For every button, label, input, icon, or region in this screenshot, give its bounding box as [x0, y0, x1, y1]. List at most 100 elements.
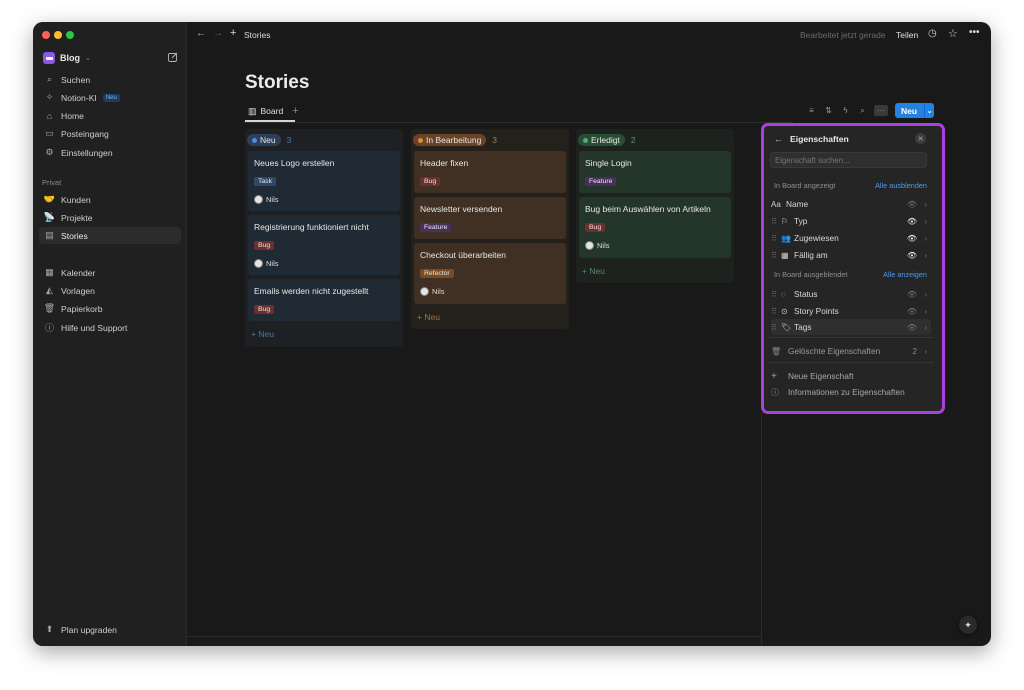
sparkle-icon: ✦ — [964, 619, 972, 630]
board-card[interactable]: Neues Logo erstellen Task Nils — [248, 151, 400, 211]
column-header-in-bearbeitung[interactable]: In Bearbeitung 3 — [413, 134, 497, 146]
deleted-properties-row[interactable]: 🗑 Gelöschte Eigenschaften 2 › — [771, 343, 931, 359]
property-row-typ[interactable]: ⠿ ⚐ Typ 👁 › — [771, 213, 931, 229]
sidebar-item-help[interactable]: ⓘ Hilfe und Support — [39, 319, 181, 336]
board-card[interactable]: Checkout überarbeiten Refector Nils — [414, 243, 566, 304]
property-row-faellig-am[interactable]: ⠿ ▦ Fällig am 👁 › — [771, 247, 931, 263]
people-icon: 👥 — [781, 233, 791, 243]
hide-all-link[interactable]: Alle ausblenden — [875, 181, 927, 190]
drag-handle-icon[interactable]: ⠿ — [771, 251, 781, 260]
property-row-tags[interactable]: ⠿ 🏷 Tags 👁 › — [771, 319, 931, 335]
new-page-icon[interactable] — [168, 52, 178, 62]
card-person: Nils — [585, 241, 610, 250]
upgrade-icon: ⬆ — [45, 624, 54, 634]
ai-assistant-button[interactable]: ✦ — [959, 616, 977, 634]
close-icon[interactable]: ✕ — [915, 133, 926, 144]
drag-handle-icon[interactable]: ⠿ — [771, 323, 781, 332]
filter-icon[interactable]: ≡ — [806, 105, 817, 116]
avatar — [585, 241, 594, 250]
eye-icon[interactable]: 👁 — [907, 251, 917, 260]
card-person: Nils — [420, 287, 445, 296]
chevron-down-icon: ⌄ — [85, 55, 91, 62]
upgrade-plan-button[interactable]: ⬆ Plan upgraden — [39, 621, 181, 638]
more-options-icon[interactable]: ··· — [874, 105, 888, 116]
column-header-neu[interactable]: Neu 3 — [247, 134, 291, 146]
sidebar-item-trash[interactable]: 🗑 Papierkorb — [39, 300, 181, 317]
card-title: Newsletter versenden — [420, 204, 503, 214]
breadcrumb[interactable]: Stories — [244, 30, 270, 40]
add-card-button[interactable]: + Neu — [251, 329, 274, 339]
board-card[interactable]: Single Login Feature — [579, 151, 731, 193]
add-view-icon[interactable]: + — [292, 105, 298, 117]
eye-icon[interactable]: 👁 — [907, 200, 917, 209]
board-card[interactable]: Header fixen Bug — [414, 151, 566, 193]
back-arrow-icon[interactable]: ← — [196, 28, 206, 39]
history-icon[interactable]: ◷ — [928, 28, 937, 39]
drag-handle-icon[interactable]: ⠿ — [771, 234, 781, 243]
sidebar-item-notion-ai[interactable]: ✧ Notion-KI Neu — [39, 89, 181, 106]
drag-handle-icon[interactable]: ⠿ — [771, 217, 781, 226]
board-card[interactable]: Registrierung funktioniert nicht Bug Nil… — [248, 215, 400, 275]
gear-icon: ⚙ — [45, 147, 54, 157]
sort-icon[interactable]: ⇅ — [823, 105, 834, 116]
new-property-button[interactable]: + Neue Eigenschaft — [771, 368, 931, 384]
drag-handle-icon[interactable]: ⠿ — [771, 307, 781, 316]
app-window: Blog ⌄ ⌕ Suchen ✧ Notion-KI Neu ⌂ Home ▭… — [33, 22, 991, 646]
sidebar-item-kunden[interactable]: 🤝 Kunden — [39, 191, 181, 208]
automation-icon[interactable]: ϟ — [840, 105, 851, 116]
avatar — [254, 259, 263, 268]
board-card[interactable]: Bug beim Auswählen von Artikeln Bug Nils — [579, 197, 731, 258]
sidebar-item-stories[interactable]: ▤ Stories — [39, 227, 181, 244]
property-info-link[interactable]: ⓘ Informationen zu Eigenschaften — [771, 384, 931, 400]
properties-panel: ← Eigenschaften ✕ In Board angezeigt All… — [761, 123, 945, 414]
eye-icon[interactable]: 👁 — [907, 323, 917, 332]
divider — [769, 337, 934, 338]
add-icon[interactable]: + — [230, 27, 236, 39]
workspace-switcher[interactable]: Blog ⌄ — [43, 52, 91, 64]
sidebar-item-projekte[interactable]: 📡 Projekte — [39, 209, 181, 226]
tab-board[interactable]: ▥ Board + — [248, 105, 299, 117]
property-row-zugewiesen[interactable]: ⠿ 👥 Zugewiesen 👁 › — [771, 230, 931, 246]
share-button[interactable]: Teilen — [896, 30, 918, 40]
sidebar-item-search[interactable]: ⌕ Suchen — [39, 71, 181, 88]
sidebar-item-calendar[interactable]: ▦ Kalender — [39, 264, 181, 281]
more-icon[interactable]: ••• — [969, 27, 980, 38]
add-card-button[interactable]: + Neu — [417, 312, 440, 322]
page-title[interactable]: Stories — [245, 72, 309, 94]
new-entry-button[interactable]: Neu ⌄ — [895, 103, 934, 118]
deleted-label: Gelöschte Eigenschaften — [788, 346, 881, 356]
star-icon[interactable]: ☆ — [948, 27, 958, 40]
forward-arrow-icon[interactable]: → — [213, 28, 223, 39]
board-card[interactable]: Emails werden nicht zugestellt Bug — [248, 279, 400, 321]
column-header-erledigt[interactable]: Erledigt 2 — [578, 134, 636, 146]
property-row-status[interactable]: ⠿ ◌ Status 👁 › — [771, 286, 931, 302]
sidebar-item-templates[interactable]: ◭ Vorlagen — [39, 282, 181, 299]
eye-icon[interactable]: 👁 — [907, 307, 917, 316]
property-row-name[interactable]: Aa Name 👁 › — [771, 196, 931, 212]
avatar — [420, 287, 429, 296]
minimize-window-button[interactable] — [54, 31, 62, 39]
text-property-icon: Aa — [771, 199, 781, 209]
show-all-link[interactable]: Alle anzeigen — [883, 270, 927, 279]
board-card[interactable]: Newsletter versenden Feature — [414, 197, 566, 239]
sidebar-item-settings[interactable]: ⚙ Einstellungen — [39, 144, 181, 161]
chevron-down-icon[interactable]: ⌄ — [925, 107, 934, 115]
property-label: Tags — [794, 322, 812, 332]
trash-icon: 🗑 — [771, 346, 782, 356]
sidebar-item-inbox[interactable]: ▭ Posteingang — [39, 125, 181, 142]
eye-icon[interactable]: 👁 — [907, 290, 917, 299]
property-row-story-points[interactable]: ⠿ ⊙ Story Points 👁 › — [771, 303, 931, 319]
drag-handle-icon[interactable]: ⠿ — [771, 290, 781, 299]
shapes-icon: ◭ — [46, 285, 53, 295]
satellite-icon: 📡 — [43, 212, 56, 222]
add-card-button[interactable]: + Neu — [582, 266, 605, 276]
eye-icon[interactable]: 👁 — [907, 217, 917, 226]
bottom-divider — [187, 636, 761, 637]
property-search-input[interactable] — [770, 152, 927, 168]
close-window-button[interactable] — [42, 31, 50, 39]
back-arrow-icon[interactable]: ← — [774, 134, 783, 144]
eye-icon[interactable]: 👁 — [907, 234, 917, 243]
sidebar-item-home[interactable]: ⌂ Home — [39, 107, 181, 124]
maximize-window-button[interactable] — [66, 31, 74, 39]
search-icon[interactable]: ⌕ — [857, 105, 868, 116]
